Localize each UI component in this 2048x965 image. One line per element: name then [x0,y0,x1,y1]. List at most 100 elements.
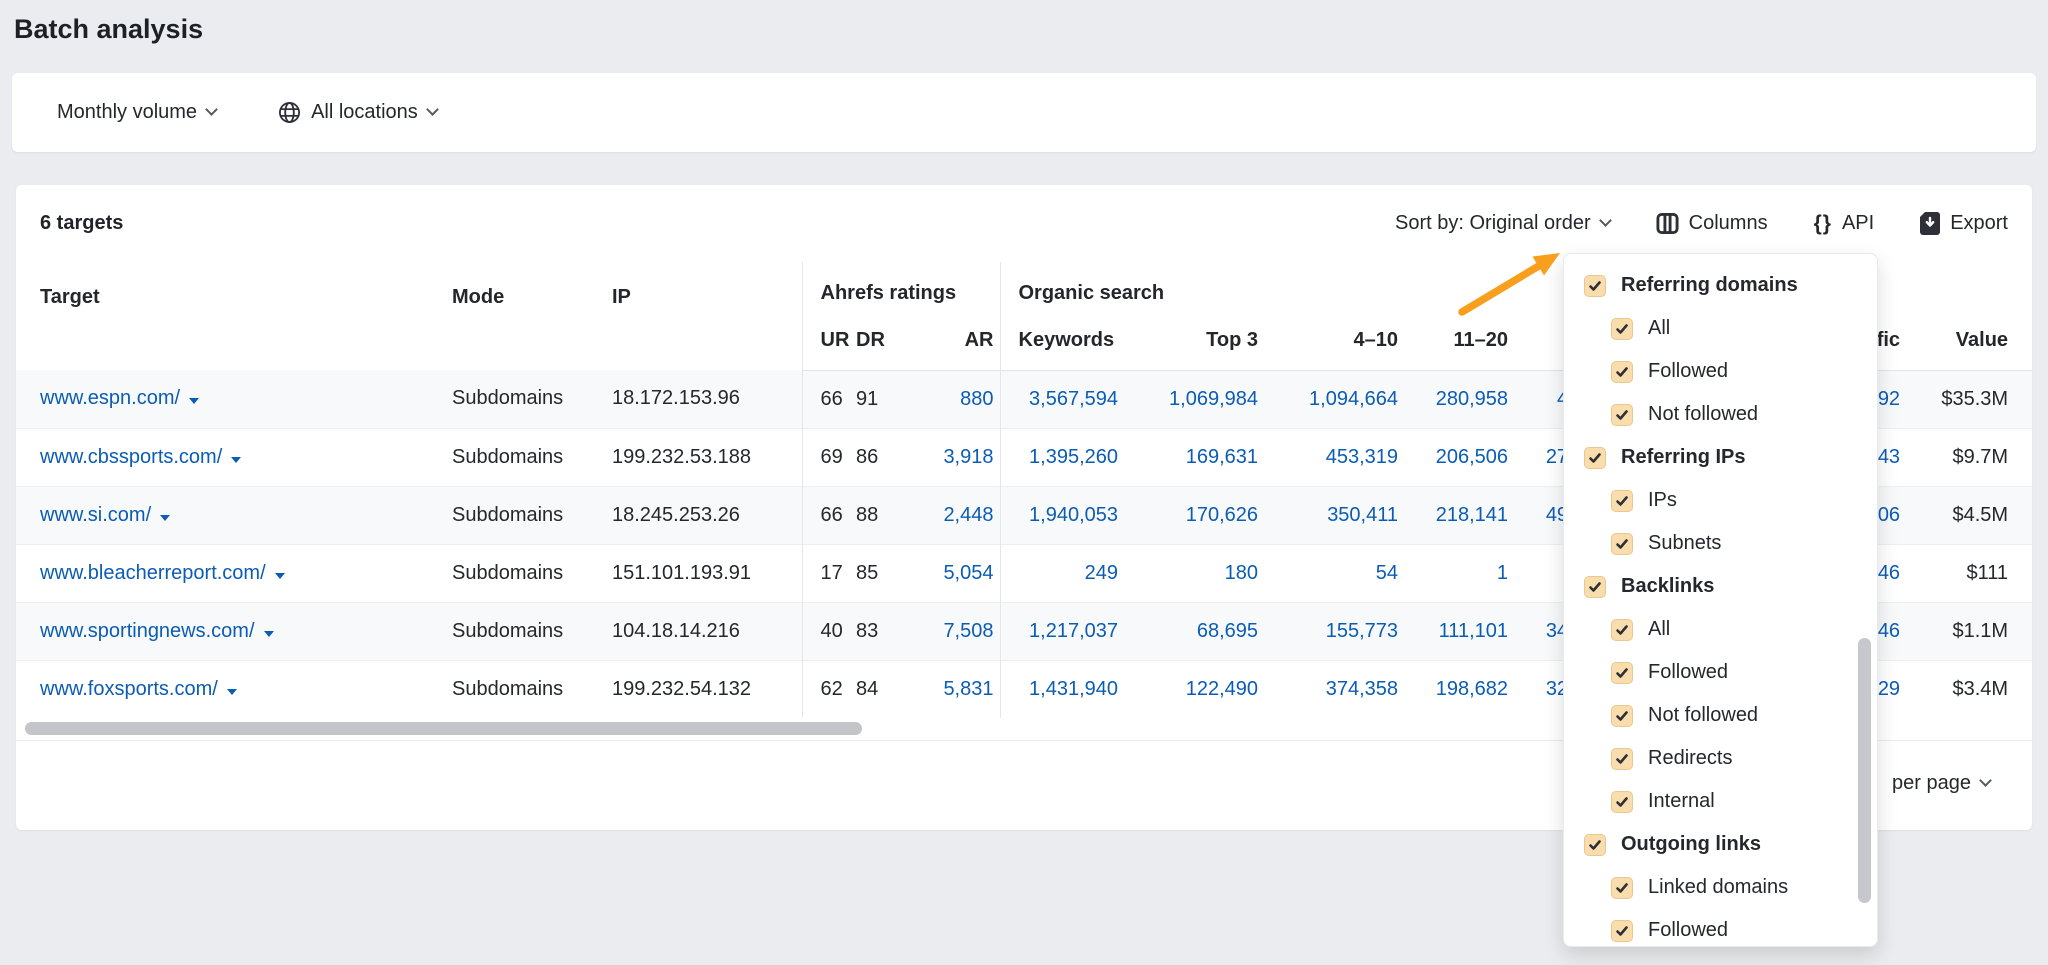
pos4-10-link[interactable]: 453,319 [1264,428,1404,486]
panel-item-followed[interactable]: Followed [1564,909,1877,947]
target-dropdown-caret-icon[interactable] [231,457,241,463]
checkbox-checked[interactable] [1584,576,1606,598]
target-dropdown-caret-icon[interactable] [264,631,274,637]
globe-icon [278,101,301,124]
ar-link[interactable]: 3,918 [912,428,1000,486]
dr-cell: 91 [856,370,912,428]
checkbox-checked[interactable] [1584,447,1606,469]
panel-item-followed[interactable]: Followed [1564,651,1877,694]
panel-item-redirects[interactable]: Redirects [1564,737,1877,780]
keywords-link[interactable]: 249 [1000,544,1124,602]
top3-link[interactable]: 122,490 [1124,660,1264,718]
pos4-10-link[interactable]: 350,411 [1264,486,1404,544]
checkbox-checked[interactable] [1611,920,1633,942]
checkbox-checked[interactable] [1611,877,1633,899]
target-link[interactable]: www.bleacherreport.com/ [40,562,266,584]
export-button[interactable]: Export [1920,212,2008,235]
pos11-20-link[interactable]: 1 [1404,544,1514,602]
columns-button[interactable]: Columns [1656,212,1768,235]
panel-item-label: All [1648,618,1670,641]
ar-link[interactable]: 2,448 [912,486,1000,544]
panel-item-followed[interactable]: Followed [1564,350,1877,393]
column-header-keywords: Keywords [1000,312,1124,370]
api-button[interactable]: {} API [1814,212,1875,236]
top3-link[interactable]: 169,631 [1124,428,1264,486]
sort-by-select[interactable]: Sort by: Original order [1395,212,1610,235]
target-link[interactable]: www.espn.com/ [40,387,180,409]
checkbox-checked[interactable] [1611,791,1633,813]
panel-item-not-followed[interactable]: Not followed [1564,393,1877,436]
target-dropdown-caret-icon[interactable] [275,573,285,579]
pos11-20-link[interactable]: 280,958 [1404,370,1514,428]
volume-select[interactable]: Monthly volume [57,101,216,124]
ip-cell: 151.101.193.91 [612,544,802,602]
keywords-link[interactable]: 1,940,053 [1000,486,1124,544]
checkbox-checked[interactable] [1611,490,1633,512]
ar-link[interactable]: 5,054 [912,544,1000,602]
keywords-link[interactable]: 1,431,940 [1000,660,1124,718]
pos11-20-link[interactable]: 111,101 [1404,602,1514,660]
checkbox-checked[interactable] [1611,318,1633,340]
clipped-metric-cell: 27 [1514,428,1568,486]
ar-link[interactable]: 5,831 [912,660,1000,718]
target-link[interactable]: www.sportingnews.com/ [40,620,255,642]
panel-item-label: Redirects [1648,747,1732,770]
panel-item-linked-domains[interactable]: Linked domains [1564,866,1877,909]
chevron-down-icon [205,103,218,116]
keywords-link[interactable]: 3,567,594 [1000,370,1124,428]
per-page-select[interactable]: per page [1892,772,1990,795]
checkbox-checked[interactable] [1611,361,1633,383]
braces-icon: {} [1814,212,1832,236]
column-header-value: Value [1906,312,2032,370]
pos11-20-link[interactable]: 206,506 [1404,428,1514,486]
panel-item-not-followed[interactable]: Not followed [1564,694,1877,737]
target-link[interactable]: www.cbssports.com/ [40,446,222,468]
checkbox-checked[interactable] [1611,404,1633,426]
target-dropdown-caret-icon[interactable] [189,398,199,404]
target-link[interactable]: www.foxsports.com/ [40,678,218,700]
ar-link[interactable]: 880 [912,370,1000,428]
dr-cell: 88 [856,486,912,544]
target-dropdown-caret-icon[interactable] [160,515,170,521]
ip-cell: 18.245.253.26 [612,486,802,544]
target-link[interactable]: www.si.com/ [40,504,151,526]
pos11-20-link[interactable]: 198,682 [1404,660,1514,718]
panel-item-internal[interactable]: Internal [1564,780,1877,823]
panel-item-referring-ips[interactable]: Referring IPs [1564,436,1877,479]
top3-link[interactable]: 1,069,984 [1124,370,1264,428]
column-group-ahrefs-ratings: Ahrefs ratings [802,262,1000,312]
pos4-10-link[interactable]: 1,094,664 [1264,370,1404,428]
checkbox-checked[interactable] [1584,834,1606,856]
column-header-target: Target [16,262,452,370]
panel-item-all[interactable]: All [1564,608,1877,651]
panel-item-label: Followed [1648,919,1728,942]
keywords-link[interactable]: 1,395,260 [1000,428,1124,486]
top3-link[interactable]: 180 [1124,544,1264,602]
pos4-10-link[interactable]: 374,358 [1264,660,1404,718]
panel-item-backlinks[interactable]: Backlinks [1564,565,1877,608]
panel-scrollbar-thumb[interactable] [1858,638,1871,903]
keywords-link[interactable]: 1,217,037 [1000,602,1124,660]
checkbox-checked[interactable] [1611,533,1633,555]
checkbox-checked[interactable] [1611,662,1633,684]
dr-cell: 84 [856,660,912,718]
column-header-ip: IP [612,262,802,370]
pos11-20-link[interactable]: 218,141 [1404,486,1514,544]
top3-link[interactable]: 170,626 [1124,486,1264,544]
pos4-10-link[interactable]: 54 [1264,544,1404,602]
panel-item-outgoing-links[interactable]: Outgoing links [1564,823,1877,866]
panel-item-referring-domains[interactable]: Referring domains [1564,264,1877,307]
target-dropdown-caret-icon[interactable] [227,689,237,695]
checkbox-checked[interactable] [1611,748,1633,770]
checkbox-checked[interactable] [1584,275,1606,297]
location-select[interactable]: All locations [278,101,437,124]
checkbox-checked[interactable] [1611,705,1633,727]
horizontal-scrollbar-thumb[interactable] [25,722,862,735]
ar-link[interactable]: 7,508 [912,602,1000,660]
checkbox-checked[interactable] [1611,619,1633,641]
top3-link[interactable]: 68,695 [1124,602,1264,660]
panel-item-ips[interactable]: IPs [1564,479,1877,522]
panel-item-all[interactable]: All [1564,307,1877,350]
panel-item-subnets[interactable]: Subnets [1564,522,1877,565]
pos4-10-link[interactable]: 155,773 [1264,602,1404,660]
